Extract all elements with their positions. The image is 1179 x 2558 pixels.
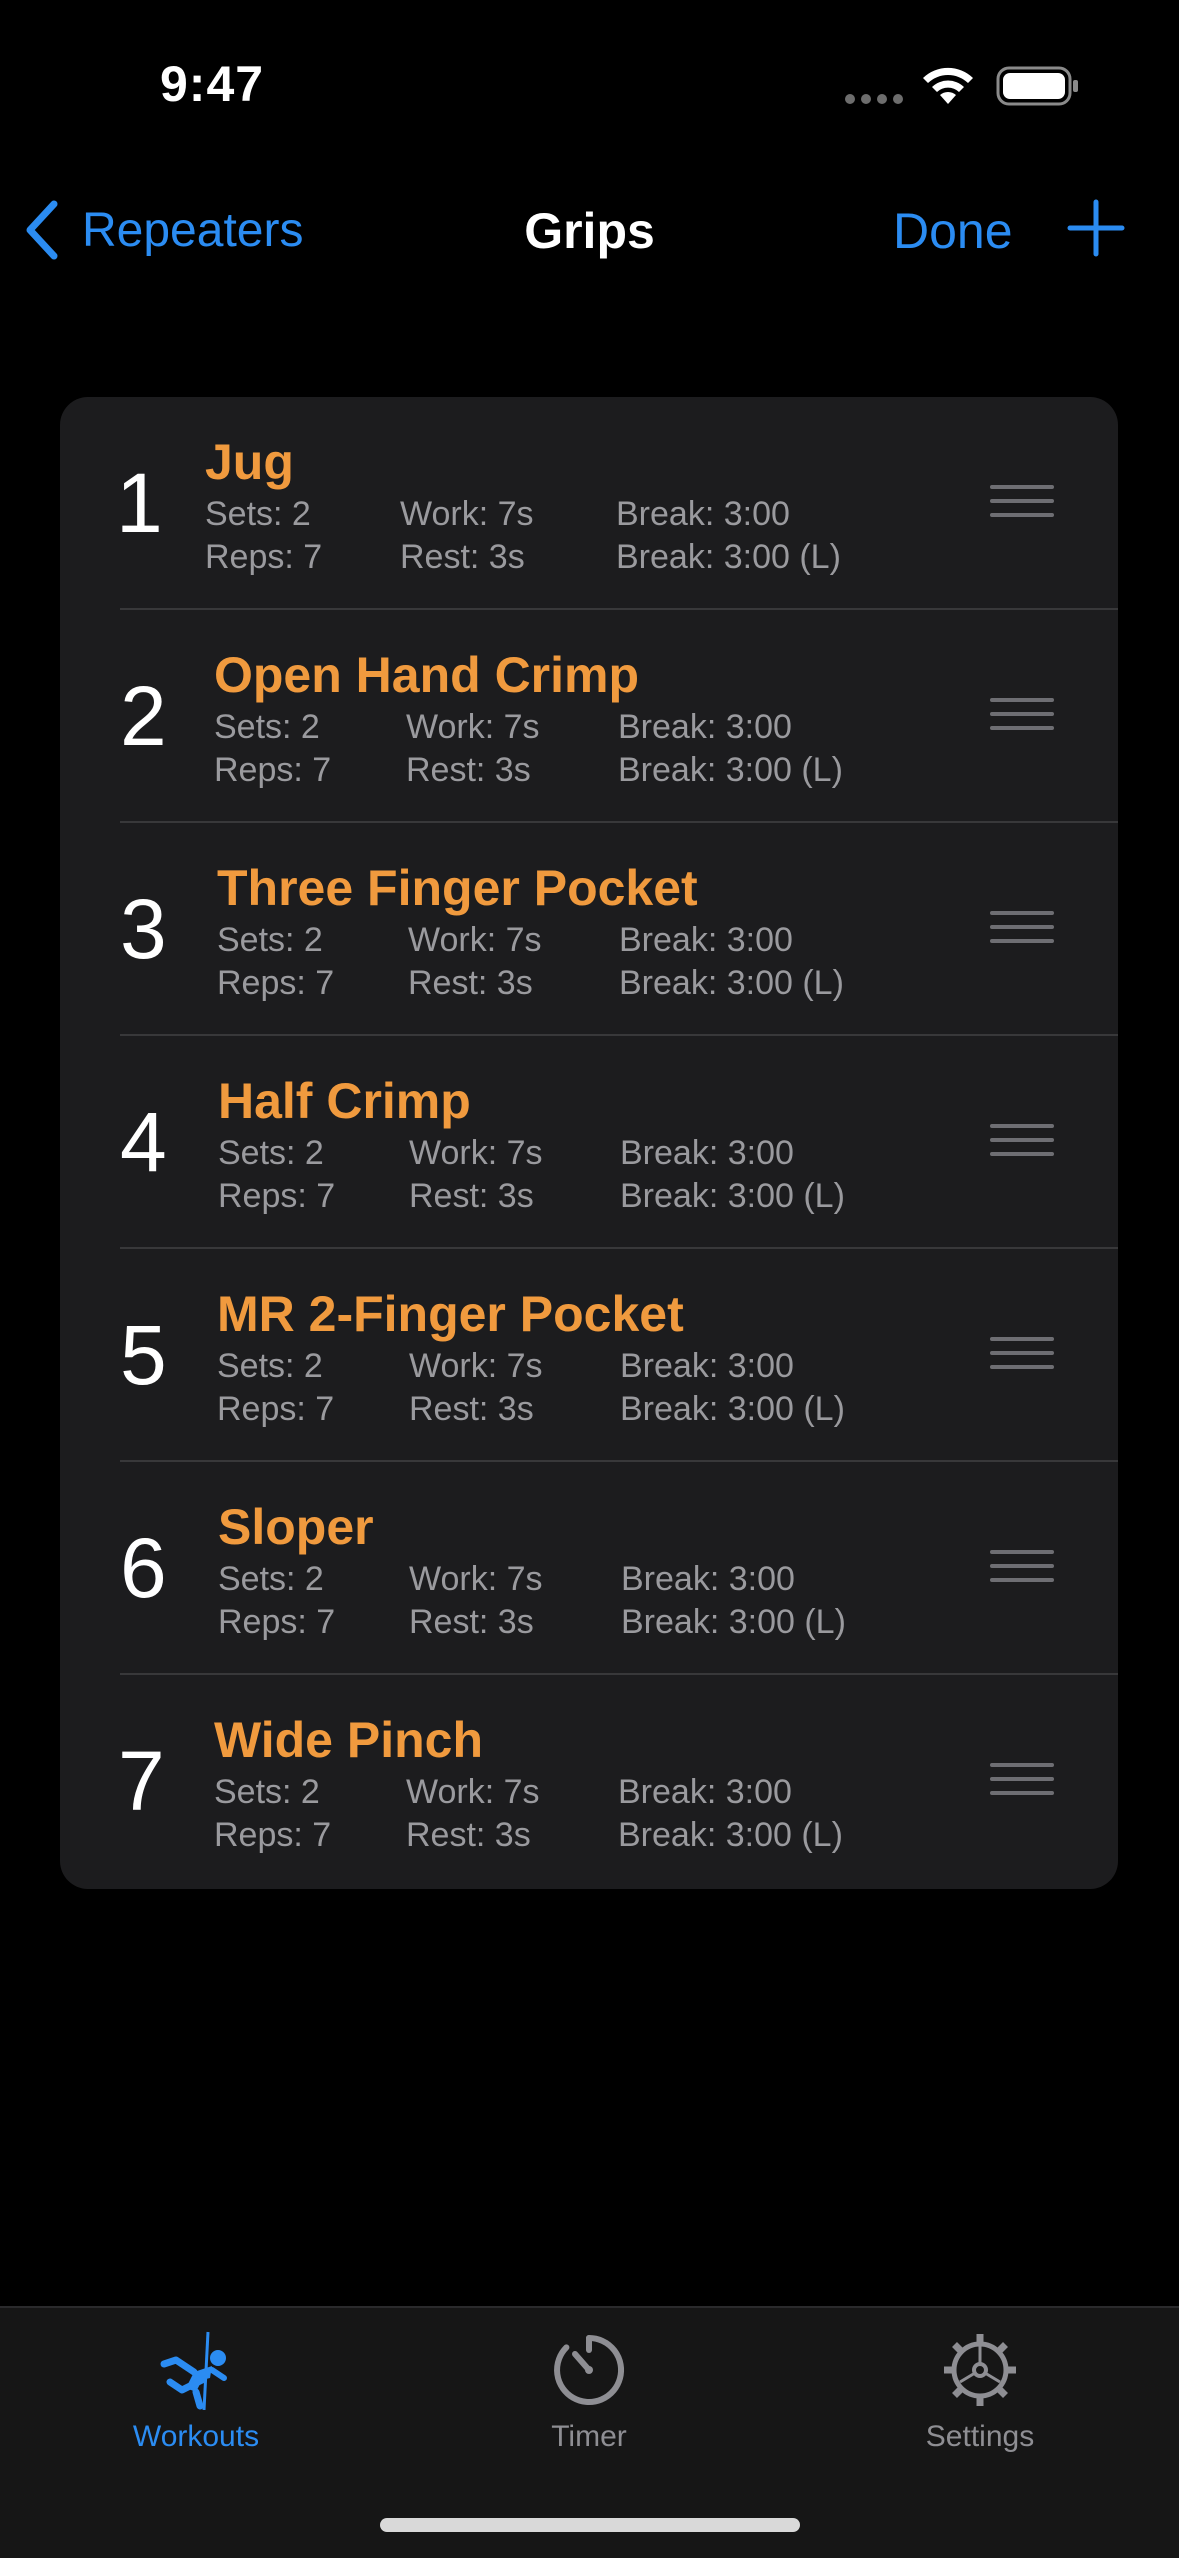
grip-name: Half Crimp [218, 1073, 471, 1129]
add-grip-button[interactable] [1066, 198, 1126, 258]
grip-break: Break: 3:00 [620, 1347, 794, 1385]
grip-sets: Sets: 2 [217, 1347, 323, 1385]
grip-reps: Reps: 7 [218, 1603, 336, 1641]
grip-index: 3 [120, 882, 167, 976]
battery-icon [996, 66, 1078, 106]
wifi-icon [923, 67, 973, 104]
grip-row[interactable]: 2 Open Hand Crimp Sets: 2 Reps: 7 Work: … [60, 610, 1118, 823]
grip-sets: Sets: 2 [217, 921, 323, 959]
grip-index: 2 [120, 669, 167, 763]
status-bar: 9:47 [0, 0, 1179, 170]
grip-row[interactable]: 6 Sloper Sets: 2 Reps: 7 Work: 7s Rest: … [60, 1462, 1118, 1675]
grip-break-long: Break: 3:00 (L) [619, 964, 844, 1002]
grip-list: 1 Jug Sets: 2 Reps: 7 Work: 7s Rest: 3s … [60, 397, 1118, 1889]
grip-break-long: Break: 3:00 (L) [621, 1603, 846, 1641]
grip-row[interactable]: 1 Jug Sets: 2 Reps: 7 Work: 7s Rest: 3s … [60, 397, 1118, 610]
grip-rest: Rest: 3s [406, 1816, 531, 1854]
grip-break: Break: 3:00 [618, 1773, 792, 1811]
grip-name: Jug [205, 434, 294, 490]
grip-row[interactable]: 3 Three Finger Pocket Sets: 2 Reps: 7 Wo… [60, 823, 1118, 1036]
grip-work: Work: 7s [406, 1773, 540, 1811]
grip-rest: Rest: 3s [408, 964, 533, 1002]
grip-reps: Reps: 7 [214, 1816, 332, 1854]
grip-rest: Rest: 3s [406, 751, 531, 789]
grip-name: Sloper [218, 1499, 374, 1555]
done-button[interactable]: Done [893, 202, 1013, 260]
grip-sets: Sets: 2 [214, 1773, 320, 1811]
grip-work: Work: 7s [409, 1560, 543, 1598]
grip-reps: Reps: 7 [218, 1177, 336, 1215]
grip-work: Work: 7s [400, 495, 534, 533]
grip-break-long: Break: 3:00 (L) [620, 1390, 845, 1428]
grip-reps: Reps: 7 [214, 751, 332, 789]
grip-break: Break: 3:00 [621, 1560, 795, 1598]
tab-workouts[interactable]: Workouts [76, 2308, 316, 2468]
reorder-handle-icon[interactable] [990, 911, 1054, 945]
navigation-bar: Repeaters Grips Done [0, 180, 1179, 280]
status-time: 9:47 [160, 56, 265, 112]
grip-index: 1 [116, 456, 163, 550]
grip-rest: Rest: 3s [409, 1603, 534, 1641]
grip-name: Wide Pinch [214, 1712, 484, 1768]
tab-label: Settings [925, 2420, 1035, 2453]
grip-name: Open Hand Crimp [214, 647, 640, 703]
grip-index: 4 [120, 1095, 167, 1189]
grip-sets: Sets: 2 [218, 1134, 324, 1172]
tab-label: Workouts [132, 2420, 260, 2453]
reorder-handle-icon[interactable] [990, 1763, 1054, 1797]
tab-label: Timer [551, 2420, 627, 2453]
reorder-handle-icon[interactable] [990, 1337, 1054, 1371]
grip-index: 5 [120, 1308, 167, 1402]
grip-rest: Rest: 3s [409, 1390, 534, 1428]
cellular-signal-icon [845, 94, 905, 104]
grip-row[interactable]: 5 MR 2-Finger Pocket Sets: 2 Reps: 7 Wor… [60, 1249, 1118, 1462]
reorder-handle-icon[interactable] [990, 485, 1054, 519]
grip-reps: Reps: 7 [205, 538, 323, 576]
reorder-handle-icon[interactable] [990, 1550, 1054, 1584]
reorder-handle-icon[interactable] [990, 698, 1054, 732]
home-indicator [380, 2518, 800, 2532]
timer-icon [554, 2335, 625, 2405]
grip-rest: Rest: 3s [400, 538, 525, 576]
tab-settings[interactable]: Settings [860, 2308, 1100, 2468]
grip-rest: Rest: 3s [409, 1177, 534, 1215]
grip-break-long: Break: 3:00 (L) [616, 538, 841, 576]
grip-reps: Reps: 7 [217, 1390, 335, 1428]
tab-timer[interactable]: Timer [469, 2308, 709, 2468]
grip-break-long: Break: 3:00 (L) [618, 1816, 843, 1854]
grip-work: Work: 7s [406, 708, 540, 746]
grip-index: 6 [120, 1521, 167, 1615]
grip-break-long: Break: 3:00 (L) [620, 1177, 845, 1215]
grip-name: Three Finger Pocket [217, 860, 698, 916]
grip-work: Work: 7s [409, 1134, 543, 1172]
grip-sets: Sets: 2 [218, 1560, 324, 1598]
grip-row[interactable]: 7 Wide Pinch Sets: 2 Reps: 7 Work: 7s Re… [60, 1675, 1118, 1888]
grip-break: Break: 3:00 [620, 1134, 794, 1172]
grip-name: MR 2-Finger Pocket [217, 1286, 684, 1342]
grip-sets: Sets: 2 [205, 495, 311, 533]
grip-break: Break: 3:00 [619, 921, 793, 959]
grip-row[interactable]: 4 Half Crimp Sets: 2 Reps: 7 Work: 7s Re… [60, 1036, 1118, 1249]
grip-index: 7 [118, 1734, 165, 1828]
reorder-handle-icon[interactable] [990, 1124, 1054, 1158]
grip-work: Work: 7s [409, 1347, 543, 1385]
grip-break: Break: 3:00 [618, 708, 792, 746]
plus-icon [1067, 199, 1125, 257]
grip-break-long: Break: 3:00 (L) [618, 751, 843, 789]
gear-icon [944, 2334, 1016, 2406]
grip-work: Work: 7s [408, 921, 542, 959]
grip-break: Break: 3:00 [616, 495, 790, 533]
climber-icon [160, 2331, 227, 2410]
grip-reps: Reps: 7 [217, 964, 335, 1002]
grip-sets: Sets: 2 [214, 708, 320, 746]
